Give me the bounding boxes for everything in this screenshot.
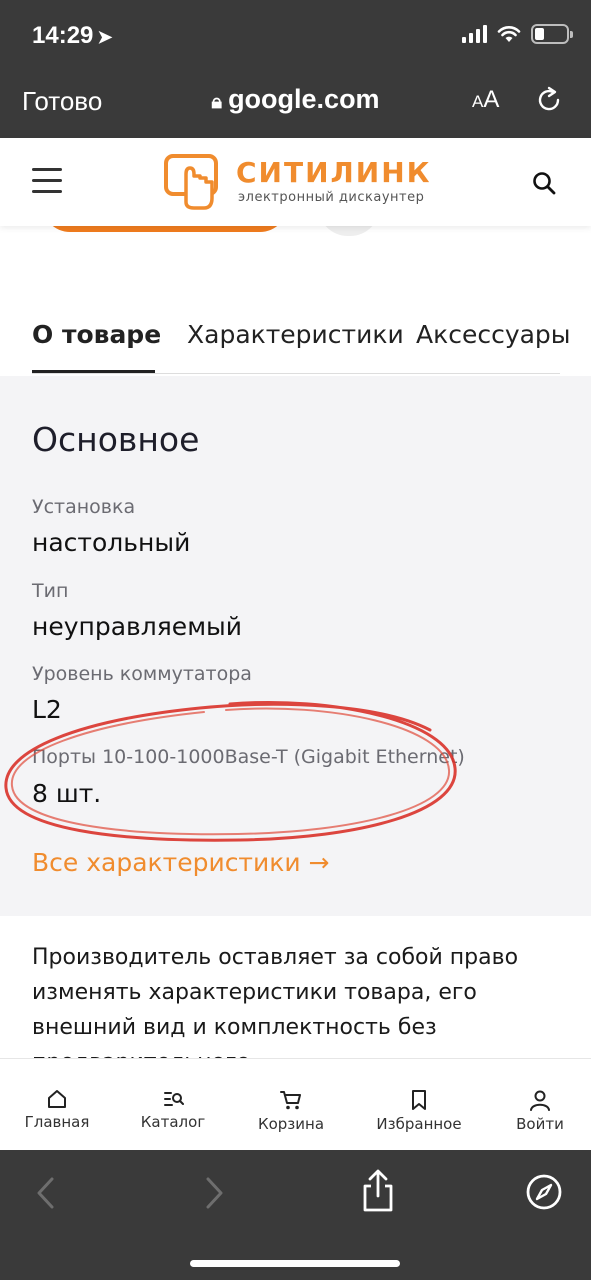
logo-tagline: электронный дискаунтер xyxy=(238,190,425,205)
catalog-icon xyxy=(164,1092,184,1106)
bottom-nav: Главная Каталог Корзина Избранное Войти xyxy=(0,1058,591,1150)
product-tabs: О товаре Характеристики Аксессуары xyxy=(0,300,591,376)
spec-value: неуправляемый xyxy=(32,612,243,641)
compass-icon[interactable] xyxy=(525,1173,563,1211)
back-icon[interactable] xyxy=(34,1176,58,1210)
nav-favorites[interactable]: Избранное xyxy=(370,1059,468,1151)
search-icon[interactable] xyxy=(532,171,556,195)
spec-value: 8 шт. xyxy=(32,779,102,808)
spec-value: L2 xyxy=(32,695,62,724)
nav-catalog[interactable]: Каталог xyxy=(132,1059,214,1151)
spec-label: Порты 10-100-1000Base-T (Gigabit Etherne… xyxy=(32,746,465,768)
share-icon[interactable] xyxy=(360,1168,396,1214)
specs-title: Основное xyxy=(32,420,200,459)
nav-label: Корзина xyxy=(257,1115,325,1133)
forward-icon[interactable] xyxy=(202,1176,226,1210)
text-size-small: A xyxy=(472,92,484,111)
user-icon xyxy=(530,1090,550,1111)
nav-label: Избранное xyxy=(376,1115,462,1133)
site-header: СИТИЛИНК электронный дискаунтер xyxy=(0,138,591,226)
address-field[interactable]: 🔒︎ google.com xyxy=(0,84,591,115)
all-specs-link[interactable]: Все характеристики → xyxy=(32,848,330,877)
spec-label: Тип xyxy=(32,580,69,602)
active-tab-indicator xyxy=(32,370,155,373)
status-bar: 14:29 ➤ xyxy=(0,0,591,72)
home-indicator[interactable] xyxy=(190,1260,400,1267)
spec-value: настольный xyxy=(32,528,191,557)
nav-login[interactable]: Войти xyxy=(506,1059,574,1151)
spec-label: Установка xyxy=(32,496,136,518)
tabs-divider xyxy=(32,373,560,374)
citilink-logo[interactable]: СИТИЛИНК электронный дискаунтер xyxy=(164,152,434,214)
nav-cart[interactable]: Корзина xyxy=(250,1059,332,1151)
battery-icon xyxy=(531,24,573,44)
nav-label: Войти xyxy=(516,1115,564,1133)
spec-label: Уровень коммутатора xyxy=(32,663,252,685)
nav-home[interactable]: Главная xyxy=(16,1059,98,1151)
browser-url-bar: Готово 🔒︎ google.com AA xyxy=(0,72,591,138)
text-size-large: A xyxy=(483,86,500,113)
wifi-icon xyxy=(497,26,521,42)
nav-label: Каталог xyxy=(140,1113,206,1131)
url-text: google.com xyxy=(228,84,380,114)
home-icon xyxy=(48,1090,66,1108)
tab-specs[interactable]: Характеристики xyxy=(187,320,404,349)
text-size-button[interactable]: AA xyxy=(472,86,499,114)
location-arrow-icon: ➤ xyxy=(97,27,113,47)
bookmark-icon xyxy=(412,1090,426,1110)
status-time: 14:29 ➤ xyxy=(32,22,112,50)
logo-hand-icon xyxy=(164,154,218,210)
lock-icon: 🔒︎ xyxy=(211,91,223,113)
nav-label: Главная xyxy=(24,1113,90,1131)
tab-about[interactable]: О товаре xyxy=(32,320,161,349)
cellular-signal-icon xyxy=(462,25,487,43)
menu-icon[interactable] xyxy=(32,168,62,194)
time-text: 14:29 xyxy=(32,22,94,49)
reload-icon[interactable] xyxy=(534,85,564,115)
logo-name: СИТИЛИНК xyxy=(236,156,432,189)
specs-section: Основное Установка настольный Тип неупра… xyxy=(0,376,591,916)
cart-icon xyxy=(280,1091,301,1110)
status-icons xyxy=(462,24,573,44)
tab-accessories[interactable]: Аксессуары xyxy=(416,320,571,349)
